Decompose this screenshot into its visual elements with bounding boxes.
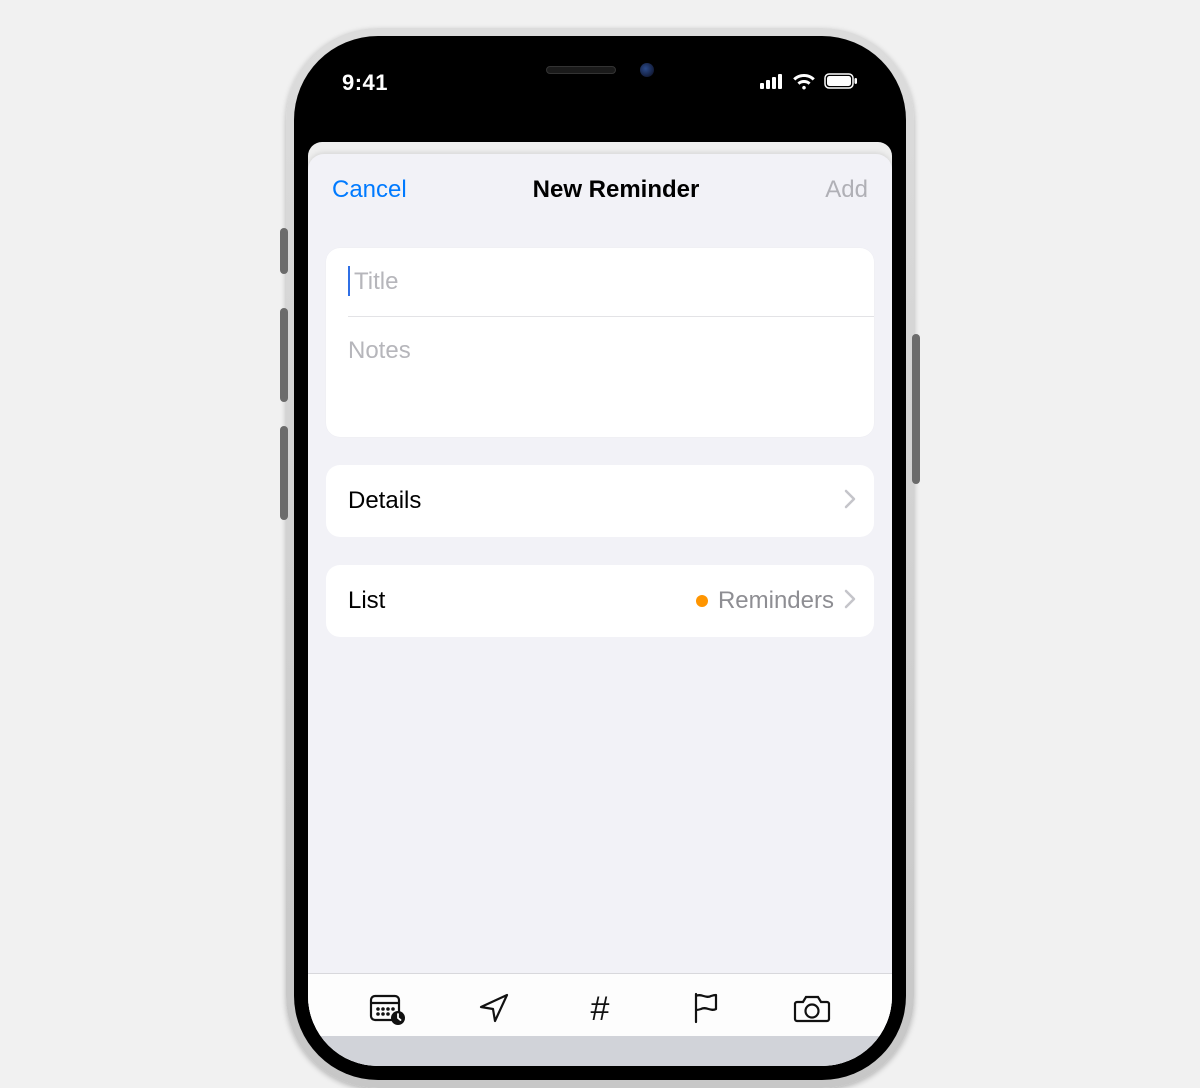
status-time: 9:41 [342, 70, 388, 96]
front-camera [640, 63, 654, 77]
chevron-right-icon [844, 489, 856, 514]
calendar-date-button[interactable] [362, 986, 414, 1030]
chevron-right-icon [844, 589, 856, 614]
earpiece-speaker [546, 66, 616, 74]
new-reminder-sheet: Cancel New Reminder Add Title Notes [308, 154, 892, 1066]
title-notes-card: Title Notes [326, 248, 874, 437]
notes-field[interactable]: Notes [326, 317, 874, 437]
volume-up-button[interactable] [280, 308, 288, 402]
list-row[interactable]: List Reminders [326, 565, 874, 637]
silence-switch[interactable] [280, 228, 288, 274]
phone-bezel: 9:41 Cancel New Reminder [294, 36, 906, 1080]
camera-button[interactable] [786, 986, 838, 1030]
cellular-icon [760, 73, 784, 94]
quick-toolbar: # [308, 973, 892, 1036]
wifi-icon [792, 72, 816, 95]
title-field[interactable]: Title [326, 248, 874, 316]
battery-icon [824, 73, 858, 94]
list-value: Reminders [718, 587, 834, 615]
sheet-navbar: Cancel New Reminder Add [308, 154, 892, 220]
list-label: List [348, 587, 696, 615]
flag-button[interactable] [680, 986, 732, 1030]
details-row[interactable]: Details [326, 465, 874, 537]
tag-button[interactable]: # [574, 986, 626, 1030]
cancel-button[interactable]: Cancel [332, 176, 407, 204]
svg-text:#: # [591, 990, 610, 1026]
status-indicators [760, 72, 858, 95]
text-caret [348, 266, 350, 296]
details-label: Details [348, 487, 844, 515]
title-placeholder: Title [354, 268, 398, 295]
sheet-content: Title Notes Details Lis [308, 220, 892, 939]
location-button[interactable] [468, 986, 520, 1030]
sheet-title: New Reminder [533, 176, 700, 204]
power-button[interactable] [912, 334, 920, 484]
add-button[interactable]: Add [825, 176, 868, 204]
notes-placeholder: Notes [348, 337, 411, 364]
volume-down-button[interactable] [280, 426, 288, 520]
keyboard-top-strip [308, 1036, 892, 1066]
screen: 9:41 Cancel New Reminder [308, 50, 892, 1066]
list-color-dot [696, 595, 708, 607]
phone-frame: 9:41 Cancel New Reminder [286, 28, 914, 1088]
notch [460, 50, 740, 90]
